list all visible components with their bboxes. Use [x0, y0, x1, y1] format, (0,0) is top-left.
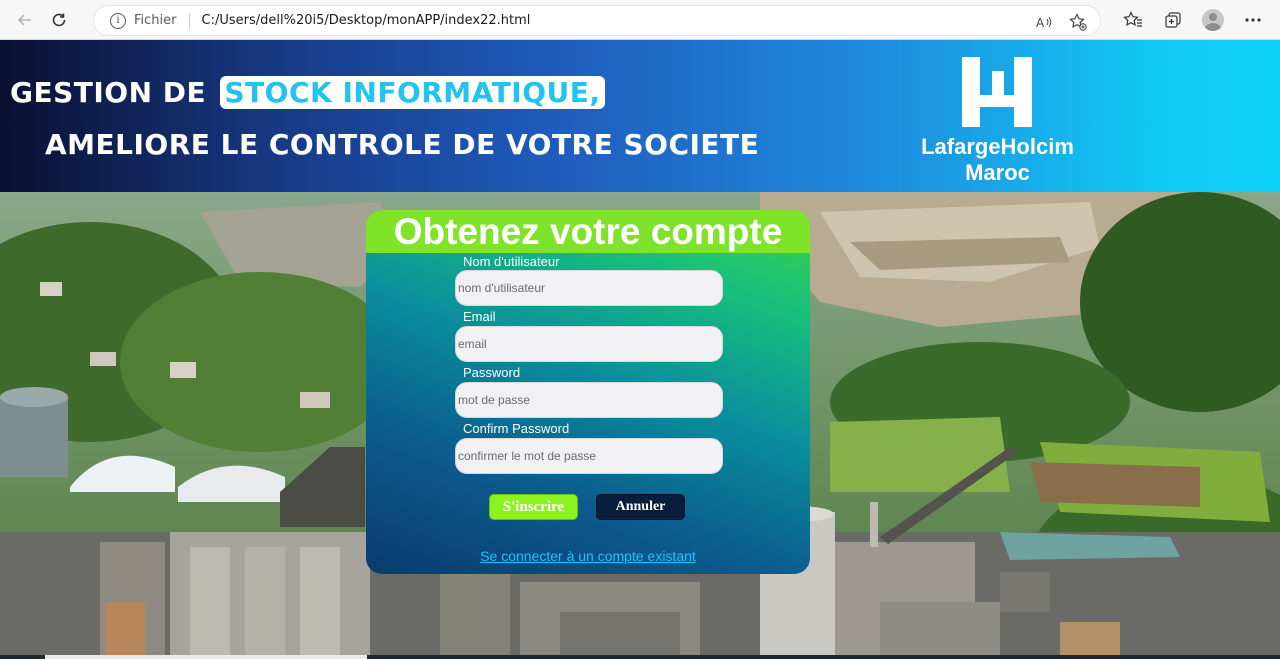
logo-line2: Maroc [965, 160, 1030, 185]
info-icon[interactable]: i [110, 12, 126, 29]
url-text[interactable]: C:/Users/dell%20i5/Desktop/monAPP/index2… [202, 13, 531, 28]
arrow-left-icon [17, 13, 31, 26]
password-label: Password [463, 365, 521, 380]
login-existing-account-link[interactable]: Se connecter à un compte existant [366, 548, 810, 564]
cancel-button[interactable]: Annuler [596, 494, 685, 520]
address-separator [188, 12, 190, 29]
favorites-icon[interactable] [1120, 7, 1146, 33]
reload-icon [52, 13, 66, 26]
profile-avatar-icon [1202, 9, 1224, 31]
read-aloud-icon[interactable]: A [1034, 12, 1054, 32]
header-title-highlight: STOCK INFORMATIQUE, [220, 76, 605, 109]
header-title-line1: GESTION DE STOCK INFORMATIQUE, [10, 76, 605, 109]
signup-button[interactable]: S'inscrire [489, 494, 578, 520]
username-label: Nom d'utilisateur [463, 254, 560, 269]
scheme-label: Fichier [134, 13, 177, 28]
confirm-password-label: Confirm Password [463, 421, 570, 436]
collections-icon[interactable] [1160, 7, 1186, 33]
lafargeholcim-logo-icon [962, 57, 1032, 127]
password-input[interactable] [455, 382, 723, 418]
back-button[interactable] [8, 3, 42, 37]
header-banner: GESTION DE STOCK INFORMATIQUE, AMELIORE … [0, 40, 1280, 192]
username-input[interactable] [455, 270, 723, 306]
header-title-prefix: GESTION DE [10, 76, 207, 109]
company-logo-text: LafargeHolcim Maroc [905, 134, 1090, 186]
more-dots-icon[interactable] [1240, 7, 1266, 33]
header-title-line2: AMELIORE LE CONTROLE DE VOTRE SOCIETE [45, 128, 760, 161]
signup-card: Obtenez votre compte Nom d'utilisateur E… [366, 210, 810, 574]
confirm-password-input[interactable] [455, 438, 723, 474]
address-bar[interactable]: i Fichier C:/Users/dell%20i5/Desktop/mon… [93, 5, 1101, 36]
logo-line1: LafargeHolcim [921, 134, 1074, 159]
reload-button[interactable] [42, 3, 76, 37]
browser-toolbar: i Fichier C:/Users/dell%20i5/Desktop/mon… [0, 0, 1280, 40]
signup-title: Obtenez votre compte [366, 210, 810, 253]
horizontal-scrollbar[interactable] [45, 655, 367, 659]
profile-button[interactable] [1200, 7, 1226, 33]
svg-text:A: A [1036, 16, 1045, 29]
star-plus-icon[interactable] [1068, 12, 1088, 32]
email-input[interactable] [455, 326, 723, 362]
email-label: Email [463, 309, 496, 324]
